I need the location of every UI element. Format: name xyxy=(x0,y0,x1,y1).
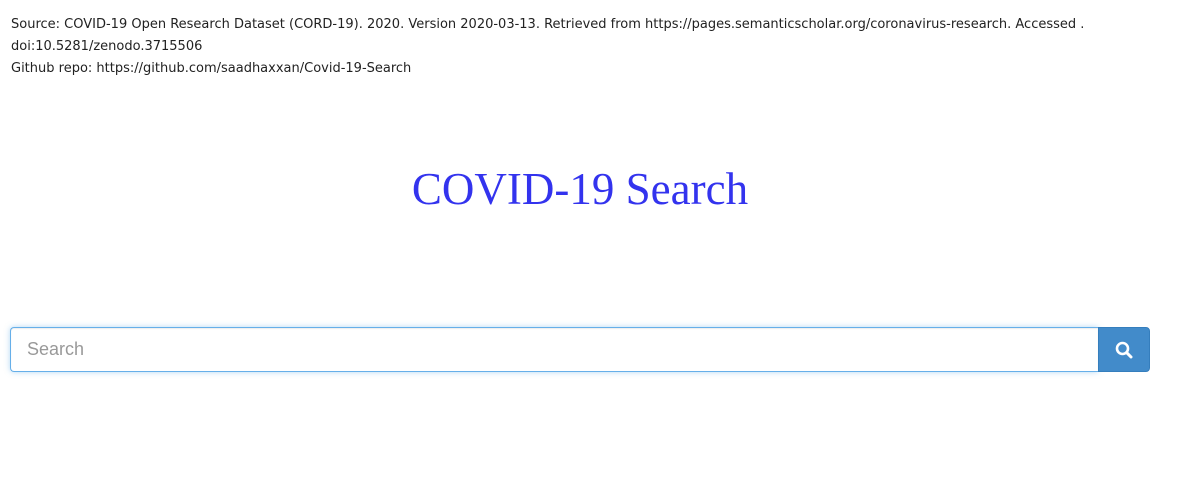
citation-line: Source: COVID-19 Open Research Dataset (… xyxy=(11,17,1085,32)
search-input[interactable] xyxy=(10,327,1098,372)
search-icon xyxy=(1115,341,1133,359)
page-title: COVID-19 Search xyxy=(411,164,749,214)
source-citation: Source: COVID-19 Open Research Dataset (… xyxy=(11,14,1191,80)
github-repo-line: Github repo: https://github.com/saadhaxx… xyxy=(11,61,412,76)
doi-line: doi:10.5281/zenodo.3715506 xyxy=(11,39,203,54)
search-bar xyxy=(10,327,1150,372)
search-button[interactable] xyxy=(1098,327,1150,372)
